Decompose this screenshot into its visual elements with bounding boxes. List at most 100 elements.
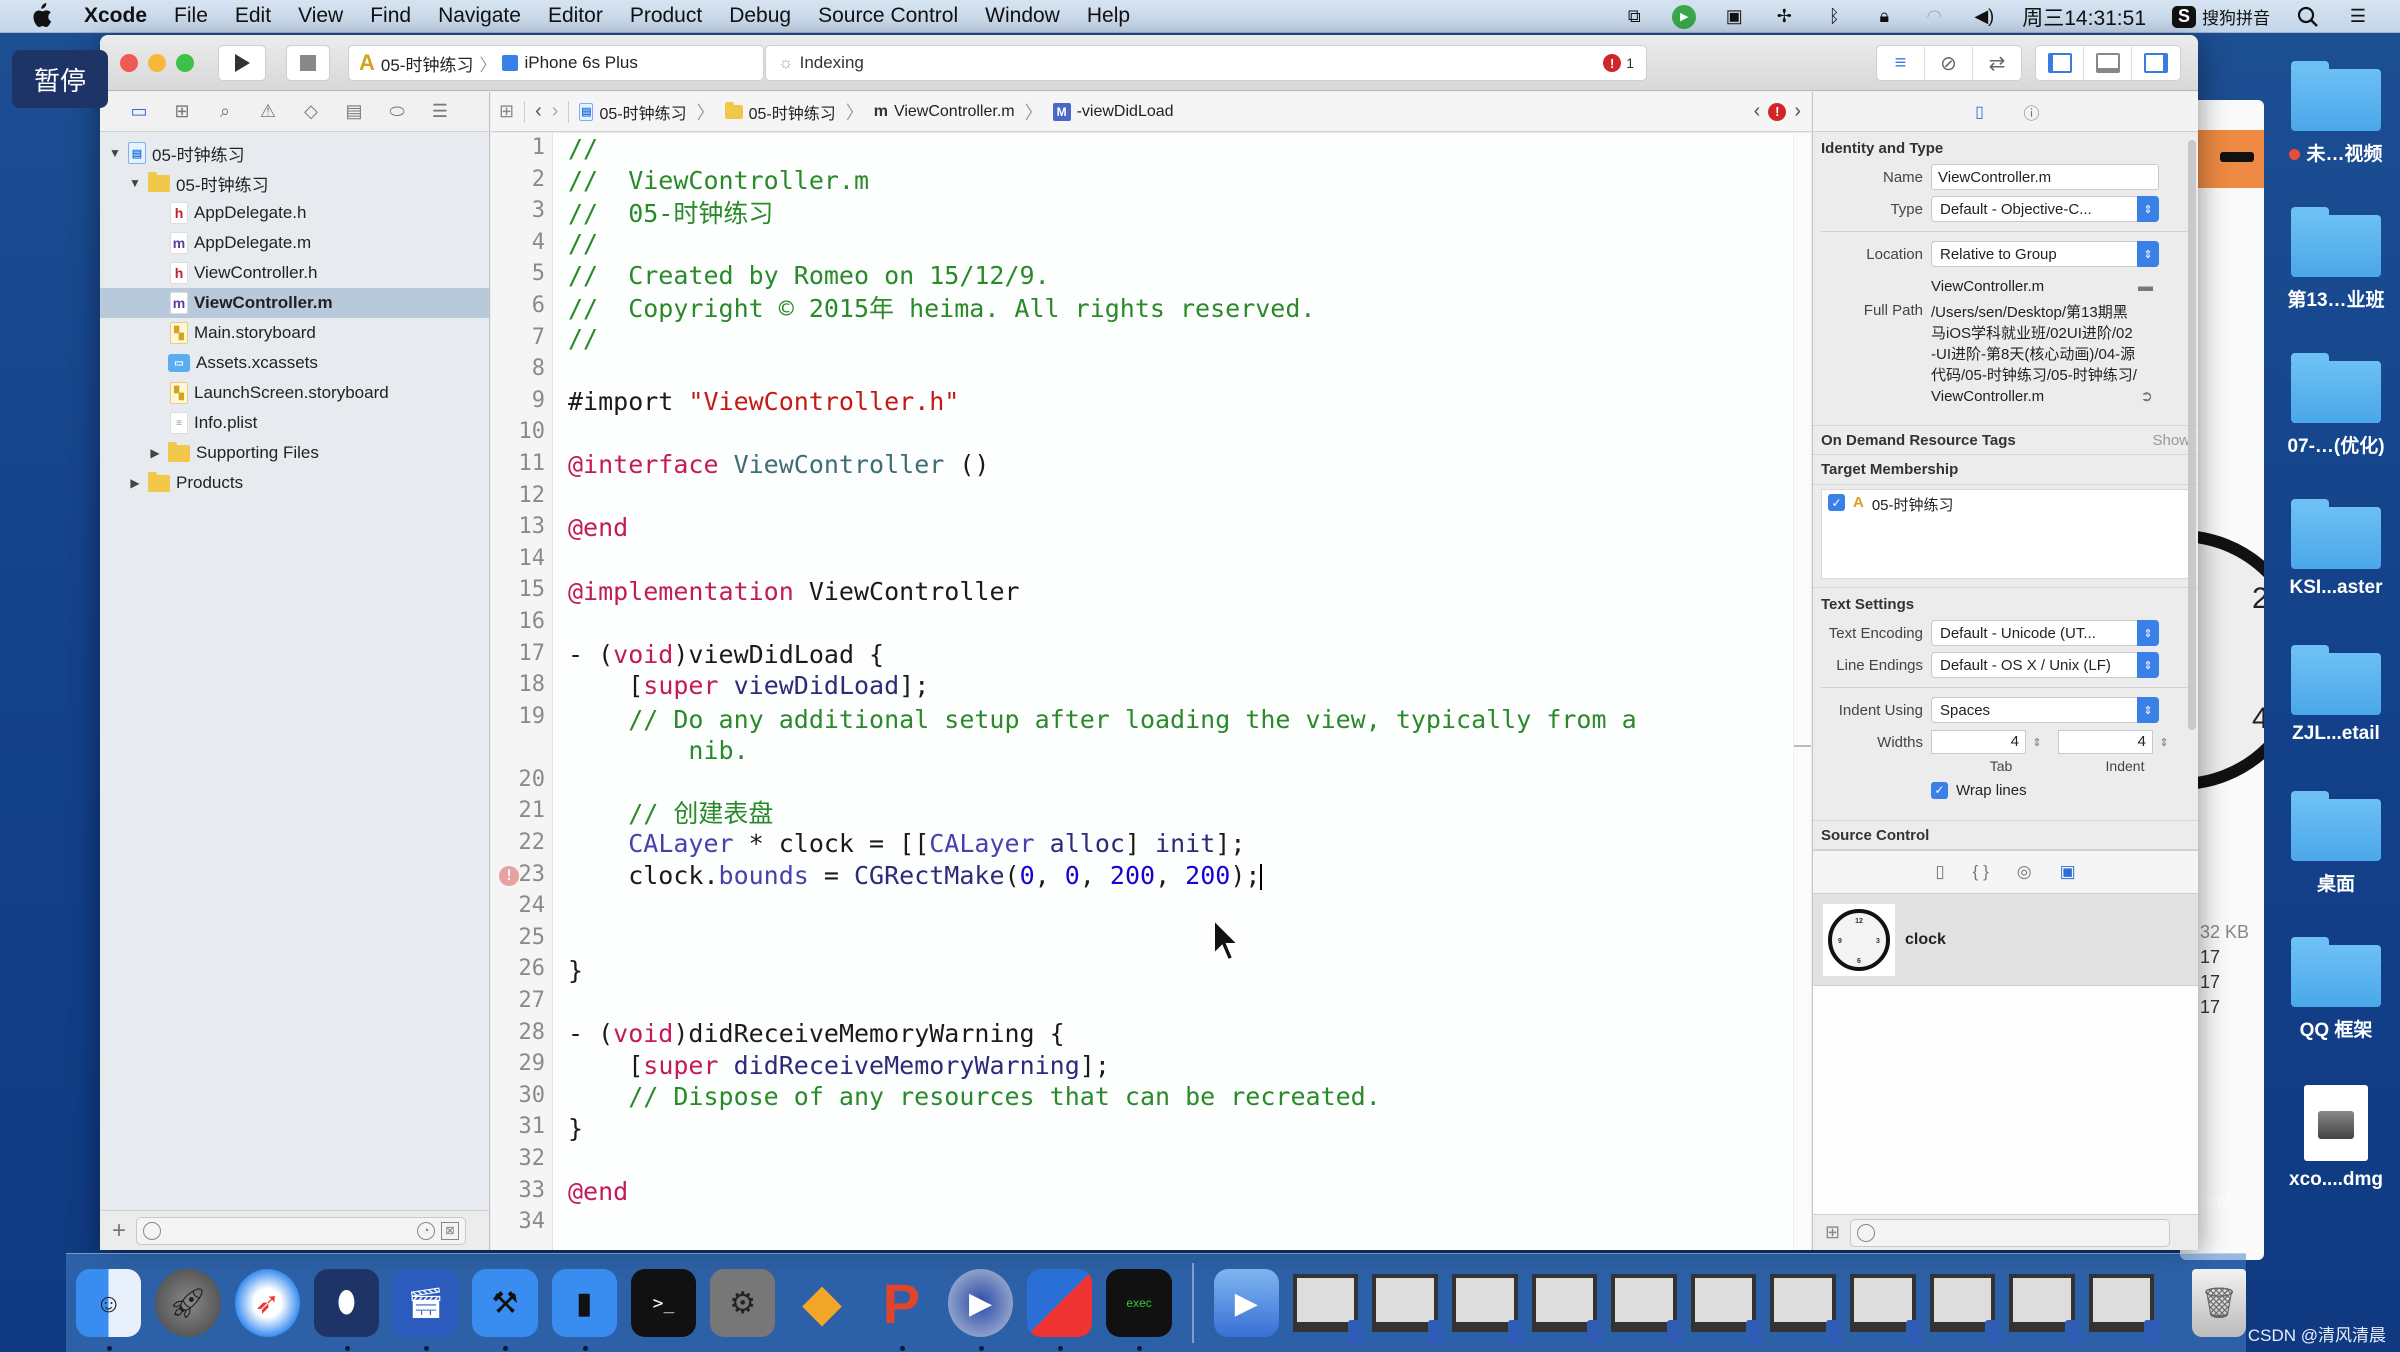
code-snippet-library-icon[interactable]: { } [1973,862,1989,882]
tree-item-file[interactable]: m AppDelegate.m [100,228,489,258]
menu-debug[interactable]: Debug [729,4,791,28]
scm-filter-icon[interactable]: ⊠ [441,1221,460,1240]
dock-trash[interactable]: 🗑︎ [2192,1269,2247,1337]
file-inspector-tab-icon[interactable]: ▯ [1969,100,1991,124]
encoding-popup[interactable]: Default - Unicode (UT... ⇕ [1931,620,2159,646]
assistant-editor-button[interactable]: ⊘ [1925,46,1973,80]
line-number[interactable]: 24 [491,893,546,918]
recorder-icon[interactable]: ▶ [1672,4,1697,29]
tab-width-field[interactable]: 4 [1931,730,2026,754]
navigator-filter-input[interactable]: ◔ ⊠ [136,1216,467,1245]
dock-screen-recorder[interactable]: 🎬︎ [393,1269,459,1351]
tree-item-file[interactable]: ▚ LaunchScreen.storyboard [100,378,489,408]
wrap-lines-checkbox[interactable]: ✓ [1931,781,1948,799]
code-line[interactable]: 22 CALayer * clock = [[CALayer alloc] in… [491,828,1811,860]
dock-safari[interactable]: ➶ [234,1269,300,1337]
stop-button[interactable] [286,45,330,81]
code-line[interactable]: 28 - (void)didReceiveMemoryWarning { [491,1018,1811,1050]
input-method-label[interactable]: 搜狗拼音 [2202,4,2270,29]
breadcrumb-group[interactable]: 05-时钟练习 [724,100,836,124]
bluetooth-icon[interactable]: ᛒ [1822,6,1846,28]
grid-view-icon[interactable]: ⊞ [1825,1222,1840,1243]
code-line[interactable]: 30 // Dispose of any resources that can … [491,1081,1811,1113]
pause-overlay[interactable]: 暂停 [12,50,108,108]
code-line[interactable]: 9 #import "ViewController.h" [491,386,1811,418]
menu-view[interactable]: View [298,4,343,28]
quick-help-tab-icon[interactable]: ⓘ [2021,100,2043,124]
breakpoint-navigator-tab-icon[interactable]: ⬭ [384,99,410,125]
toggle-utilities-button[interactable] [2132,46,2180,80]
tree-item-group[interactable]: ▶ Supporting Files [100,438,489,468]
folder-icon[interactable]: ▬ [2138,276,2153,297]
code-line[interactable]: 27 [491,986,1811,1018]
spotlight-search-icon[interactable] [2296,6,2320,28]
code-line[interactable]: 24 [491,891,1811,923]
line-number[interactable]: 11 [491,451,546,476]
object-library-icon[interactable]: ◎ [2017,862,2032,882]
code-line[interactable]: 10 [491,417,1811,449]
dock-simulator[interactable]: ▮ [551,1269,617,1351]
line-number[interactable]: 33 [491,1178,546,1203]
version-editor-button[interactable]: ⇄ [1973,46,2021,80]
disclosure-collapsed-icon[interactable]: ▶ [128,476,142,490]
network-icon[interactable]: ✢ [1772,6,1796,28]
menu-window[interactable]: Window [985,4,1060,28]
code-line[interactable]: 7 // [491,323,1811,355]
code-line[interactable]: 18 [super viewDidLoad]; [491,670,1811,702]
code-line[interactable]: 2 // ViewController.m [491,165,1811,197]
dock-document[interactable] [1372,1274,1444,1344]
line-number[interactable]: 3 [491,198,545,223]
code-line[interactable]: 3 // 05-时钟练习 [491,196,1811,228]
next-issue-button[interactable]: › [1794,100,1801,123]
error-icon[interactable]: ! [1768,102,1787,121]
code-line[interactable]: 12 [491,481,1811,513]
code-line[interactable]: 6 // Copyright © 2015年 heima. All rights … [491,291,1811,323]
library-filter-input[interactable] [1850,1218,2171,1247]
sogou-input-icon[interactable]: S [2172,5,2196,28]
tree-item-file-selected[interactable]: m ViewController.m [100,288,489,318]
back-button[interactable]: ‹ [535,100,542,123]
code-line[interactable]: 21 // 创建表盘 [491,796,1811,828]
line-number[interactable]: 12 [491,483,546,508]
symbol-navigator-tab-icon[interactable]: ⊞ [169,99,195,125]
code-line[interactable]: 15 @implementation ViewController [491,575,1811,607]
show-button[interactable]: Show [2152,432,2190,449]
line-number[interactable]: 23 [491,862,545,887]
dock-system-preferences[interactable]: ⚙ [710,1269,776,1337]
code-line[interactable]: 19 // Do any additional setup after load… [491,702,1811,766]
breadcrumb-file[interactable]: m ViewController.m [874,103,1015,121]
line-number[interactable]: 18 [491,672,546,697]
camera-icon[interactable]: ▣ [1722,6,1746,28]
code-line[interactable]: 32 [491,1144,1811,1176]
line-number[interactable]: 34 [491,1209,546,1234]
tab-width-stepper[interactable]: ⇕ [2030,730,2044,754]
line-number[interactable]: 16 [491,609,546,634]
name-field[interactable]: ViewController.m [1931,164,2159,190]
desktop-item[interactable]: ZJL...etail [2272,645,2400,745]
reveal-in-finder-icon[interactable]: ➲ [2140,386,2153,407]
menu-editor[interactable]: Editor [548,4,603,28]
dock-paw[interactable]: P [869,1269,934,1351]
desktop-item[interactable]: QQ 框架 [2272,937,2400,1042]
error-indicator[interactable]: ! 1 [1603,54,1634,72]
dock-launchpad[interactable]: 🚀︎ [155,1269,221,1337]
line-number[interactable]: 27 [491,988,546,1013]
dock-document[interactable] [1770,1274,1842,1344]
menu-product[interactable]: Product [630,4,702,28]
menu-xcode[interactable]: Xcode [84,4,147,28]
desktop-item[interactable]: KSI...aster [2272,499,2400,599]
line-number[interactable]: 8 [491,356,545,381]
code-line[interactable]: 14 [491,544,1811,576]
line-number[interactable]: 25 [491,925,546,950]
library-item[interactable]: 12 3 6 9 clock [1813,894,2198,986]
volume-icon[interactable]: ◀) [1972,6,1996,28]
indent-width-field[interactable]: 4 [2058,730,2153,754]
dock-finder[interactable]: ☺ [76,1269,142,1351]
dock-document[interactable] [2088,1274,2160,1344]
run-button[interactable] [218,45,266,81]
line-endings-popup[interactable]: Default - OS X / Unix (LF) ⇕ [1931,652,2159,678]
menu-clock[interactable]: 周三14:31:51 [2022,2,2146,32]
code-line[interactable]: 13 @end [491,512,1811,544]
menu-edit[interactable]: Edit [235,4,271,28]
breadcrumb-method[interactable]: M -viewDidLoad [1052,102,1174,121]
